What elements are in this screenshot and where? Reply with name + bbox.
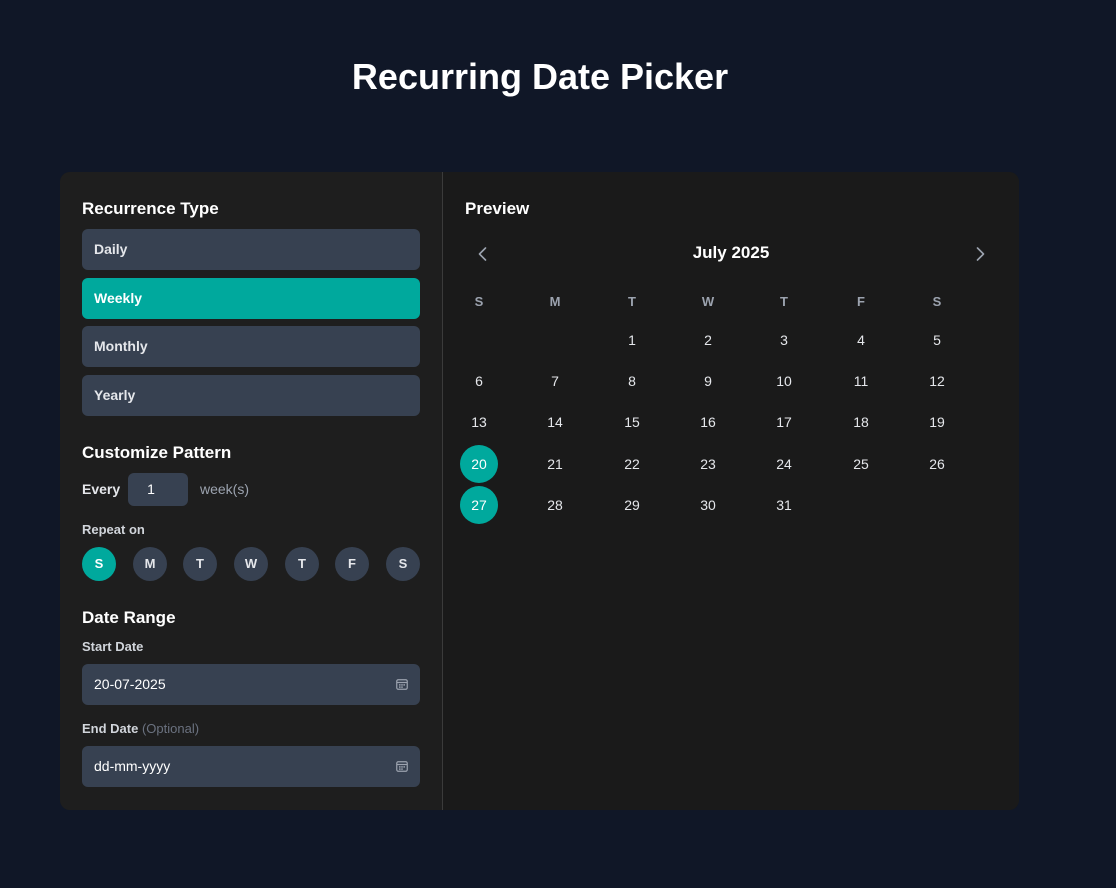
calendar-day[interactable]: 19 <box>918 403 956 441</box>
recurrence-option-weekly[interactable]: Weekly <box>82 278 420 319</box>
calendar-day[interactable]: 10 <box>765 362 803 400</box>
calendar-month-title: July 2025 <box>692 243 770 262</box>
every-label: Every <box>82 481 121 497</box>
repeat-day-tuesday[interactable]: T <box>183 547 217 581</box>
preview-heading: Preview <box>465 199 530 218</box>
calendar-day[interactable]: 13 <box>460 403 498 441</box>
end-date-input[interactable]: dd-mm-yyyy <box>82 746 420 787</box>
repeat-day-monday[interactable]: M <box>133 547 167 581</box>
interval-input[interactable]: 1 <box>128 473 188 506</box>
calendar-day[interactable]: 18 <box>842 403 880 441</box>
calendar-day[interactable]: 25 <box>842 445 880 483</box>
calendar-day[interactable]: 16 <box>689 403 727 441</box>
calendar-day[interactable]: 21 <box>536 445 574 483</box>
preview-panel: Preview July 2025 SMTWTFS 1 2 3 4 5 6 7 8 9 10 11 1… <box>443 172 1019 810</box>
calendar-icon[interactable] <box>396 760 408 772</box>
calendar-day[interactable]: 9 <box>689 362 727 400</box>
calendar-day[interactable]: 1 <box>613 321 651 359</box>
calendar-day[interactable]: 12 <box>918 362 956 400</box>
calendar-day[interactable]: 29 <box>613 486 651 524</box>
recurrence-option-daily[interactable]: Daily <box>82 229 420 270</box>
customize-pattern-heading: Customize Pattern <box>82 443 232 462</box>
settings-panel: Recurrence Type Daily Weekly Monthly Yea… <box>60 172 443 810</box>
end-date-optional-note: (Optional) <box>141 721 200 736</box>
repeat-day-thursday[interactable]: T <box>285 547 319 581</box>
calendar-day[interactable]: 4 <box>842 321 880 359</box>
calendar-day[interactable]: 23 <box>689 445 727 483</box>
calendar-day-selected[interactable]: 27 <box>460 486 498 524</box>
calendar-day-selected[interactable]: 20 <box>460 445 498 483</box>
end-date-label: End Date (Optional) <box>82 721 199 736</box>
repeat-day-wednesday[interactable]: W <box>234 547 268 581</box>
end-date-value: dd-mm-yyyy <box>94 758 171 774</box>
weekday-header: W <box>701 294 715 309</box>
weekday-header: S <box>474 294 484 309</box>
calendar-day[interactable]: 7 <box>536 362 574 400</box>
calendar-day[interactable]: 24 <box>765 445 803 483</box>
calendar-day[interactable]: 30 <box>689 486 727 524</box>
calendar-day[interactable]: 11 <box>842 362 880 400</box>
weekday-header: F <box>857 294 865 309</box>
calendar-day[interactable]: 8 <box>613 362 651 400</box>
calendar-icon[interactable] <box>396 678 408 690</box>
calendar-day[interactable]: 2 <box>689 321 727 359</box>
start-date-input[interactable]: 20-07-2025 <box>82 664 420 705</box>
recurrence-option-yearly[interactable]: Yearly <box>82 375 420 416</box>
end-date-label-text: End Date <box>82 721 139 736</box>
start-date-label: Start Date <box>82 639 144 654</box>
calendar-day[interactable]: 17 <box>765 403 803 441</box>
date-picker-card: Recurrence Type Daily Weekly Monthly Yea… <box>60 172 1019 810</box>
repeat-day-sunday[interactable]: S <box>82 547 116 581</box>
calendar-day[interactable]: 22 <box>613 445 651 483</box>
calendar-day[interactable]: 31 <box>765 486 803 524</box>
calendar-day[interactable]: 14 <box>536 403 574 441</box>
weekday-header: S <box>932 294 942 309</box>
calendar-day[interactable]: 28 <box>536 486 574 524</box>
weekday-header: T <box>628 294 636 309</box>
repeat-day-saturday[interactable]: S <box>386 547 420 581</box>
repeat-day-friday[interactable]: F <box>335 547 369 581</box>
page-title: Recurring Date Picker <box>351 56 729 97</box>
recurrence-option-monthly[interactable]: Monthly <box>82 326 420 367</box>
calendar-day[interactable]: 3 <box>765 321 803 359</box>
calendar-day[interactable]: 15 <box>613 403 651 441</box>
start-date-value: 20-07-2025 <box>94 676 166 692</box>
repeat-on-label: Repeat on <box>82 522 145 537</box>
calendar-day[interactable]: 6 <box>460 362 498 400</box>
recurrence-type-heading: Recurrence Type <box>82 199 219 218</box>
interval-unit: week(s) <box>200 481 250 497</box>
weekday-header: M <box>549 294 561 309</box>
calendar-day[interactable]: 26 <box>918 445 956 483</box>
date-range-heading: Date Range <box>82 608 176 627</box>
calendar-day[interactable]: 5 <box>918 321 956 359</box>
weekday-header: T <box>780 294 788 309</box>
chevron-right-icon[interactable] <box>970 244 990 264</box>
